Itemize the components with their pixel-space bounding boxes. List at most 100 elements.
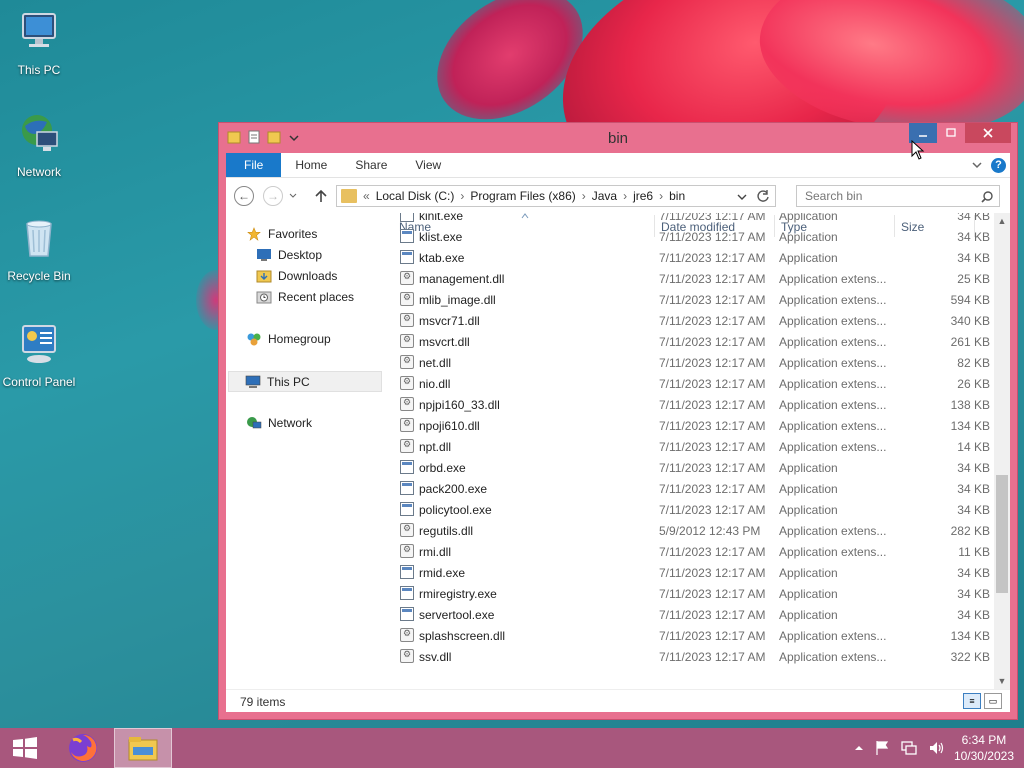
table-row[interactable]: rmid.exe 7/11/2023 12:17 AM Application 34 … xyxy=(398,562,992,583)
large-icons-view-icon[interactable]: ▭ xyxy=(984,693,1002,709)
table-row[interactable]: klist.exe 7/11/2023 12:17 AM Application 34… xyxy=(398,226,992,247)
file-date: 7/11/2023 12:17 AM xyxy=(659,356,766,370)
refresh-icon[interactable] xyxy=(756,189,770,203)
start-button[interactable] xyxy=(0,728,50,768)
nav-downloads[interactable]: Downloads xyxy=(256,269,337,283)
expand-ribbon-icon[interactable] xyxy=(971,159,983,171)
tab-file[interactable]: File xyxy=(226,153,282,177)
breadcrumb-program-files[interactable]: Program Files (x86) xyxy=(466,189,579,203)
network-icon xyxy=(247,417,262,429)
file-explorer-icon xyxy=(128,737,158,761)
table-row[interactable]: pack200.exe 7/11/2023 12:17 AM Application… xyxy=(398,478,992,499)
forward-button[interactable]: → xyxy=(263,186,283,206)
back-button[interactable]: ← xyxy=(234,186,254,206)
volume-icon[interactable] xyxy=(928,740,944,756)
table-row[interactable]: kinit.exe 7/11/2023 12:17 AM Application 34… xyxy=(398,213,992,226)
dll-file-icon xyxy=(400,376,414,390)
title-bar[interactable]: bin xyxy=(219,123,1017,153)
table-row[interactable]: msvcr71.dll 7/11/2023 12:17 AM Application… xyxy=(398,310,992,331)
dll-file-icon xyxy=(400,355,414,369)
explorer-window: bin File Home Share View ? ← → « Local D… xyxy=(218,122,1018,720)
table-row[interactable]: ktab.exe 7/11/2023 12:17 AM Application 34 … xyxy=(398,247,992,268)
table-row[interactable]: regutils.dll 5/9/2012 12:43 PM Application… xyxy=(398,520,992,541)
nav-network[interactable]: Network xyxy=(246,416,312,430)
table-row[interactable]: nio.dll 7/11/2023 12:17 AM Application ext… xyxy=(398,373,992,394)
table-row[interactable]: msvcrt.dll 7/11/2023 12:17 AM Application … xyxy=(398,331,992,352)
tab-view[interactable]: View xyxy=(401,153,455,177)
scroll-up-icon[interactable]: ▲ xyxy=(994,213,1010,229)
tab-share[interactable]: Share xyxy=(341,153,401,177)
file-name: npt.dll xyxy=(419,440,452,454)
search-icon[interactable] xyxy=(981,191,993,203)
breadcrumb-local-disk[interactable]: Local Disk (C:) xyxy=(372,189,459,203)
close-button[interactable] xyxy=(965,123,1011,143)
network-status-icon[interactable] xyxy=(900,740,918,756)
action-center-flag-icon[interactable] xyxy=(874,740,890,756)
file-date: 5/9/2012 12:43 PM xyxy=(659,524,761,538)
table-row[interactable]: net.dll 7/11/2023 12:17 AM Application ext… xyxy=(398,352,992,373)
table-row[interactable]: ssv.dll 7/11/2023 12:17 AM Application ext… xyxy=(398,646,992,667)
system-tray: 6:34 PM 10/30/2023 xyxy=(854,728,1014,768)
desktop-icon-recycle-bin[interactable]: Recycle Bin xyxy=(0,216,79,283)
control-panel-icon xyxy=(22,325,56,363)
breadcrumb-bin[interactable]: bin xyxy=(665,189,689,203)
table-row[interactable]: npjpi160_33.dll 7/11/2023 12:17 AM Applica… xyxy=(398,394,992,415)
nav-this-pc[interactable]: This PC xyxy=(228,371,382,392)
desktop-icon-control-panel[interactable]: Control Panel xyxy=(0,322,79,389)
table-row[interactable]: rmiregistry.exe 7/11/2023 12:17 AM Applica… xyxy=(398,583,992,604)
nav-desktop[interactable]: Desktop xyxy=(256,248,322,262)
file-size: 25 KB xyxy=(957,272,990,286)
dll-file-icon xyxy=(400,271,414,285)
table-row[interactable]: npt.dll 7/11/2023 12:17 AM Application ext… xyxy=(398,436,992,457)
search-input[interactable]: Search bin xyxy=(796,185,1000,207)
file-size: 82 KB xyxy=(957,356,990,370)
file-name: regutils.dll xyxy=(419,524,474,538)
chevron-down-icon[interactable] xyxy=(737,192,747,202)
breadcrumb-jre6[interactable]: jre6 xyxy=(629,189,657,203)
nav-recent-places[interactable]: Recent places xyxy=(256,290,354,304)
desktop-icon-network[interactable]: Network xyxy=(0,112,79,179)
scrollbar-thumb[interactable] xyxy=(996,475,1008,593)
table-row[interactable]: npoji610.dll 7/11/2023 12:17 AM Applicatio… xyxy=(398,415,992,436)
table-row[interactable]: servertool.exe 7/11/2023 12:17 AM Applicat… xyxy=(398,604,992,625)
table-row[interactable]: orbd.exe 7/11/2023 12:17 AM Application 34 … xyxy=(398,457,992,478)
help-icon[interactable]: ? xyxy=(991,157,1006,173)
file-size: 34 KB xyxy=(957,461,990,475)
desktop-icon xyxy=(257,249,271,261)
file-name: klist.exe xyxy=(419,230,463,244)
table-row[interactable]: rmi.dll 7/11/2023 12:17 AM Application ext… xyxy=(398,541,992,562)
file-type: Application extens... xyxy=(779,356,887,370)
table-row[interactable]: management.dll 7/11/2023 12:17 AM Applicat… xyxy=(398,268,992,289)
table-row[interactable]: splashscreen.dll 7/11/2023 12:17 AM Applic… xyxy=(398,625,992,646)
recent-locations-icon[interactable] xyxy=(289,192,297,200)
clock[interactable]: 6:34 PM 10/30/2023 xyxy=(954,732,1014,764)
maximize-button[interactable] xyxy=(937,123,965,143)
nav-homegroup[interactable]: Homegroup xyxy=(246,332,331,346)
file-type: Application xyxy=(779,251,838,265)
file-rows: kinit.exe 7/11/2023 12:17 AM Application 34… xyxy=(398,213,992,667)
up-arrow-icon[interactable] xyxy=(314,188,328,204)
details-view-icon[interactable]: ≡ xyxy=(963,693,981,709)
vertical-scrollbar[interactable]: ▲ ▼ xyxy=(994,213,1010,689)
table-row[interactable]: policytool.exe 7/11/2023 12:17 AM Applicat… xyxy=(398,499,992,520)
tab-home[interactable]: Home xyxy=(281,153,341,177)
file-name: net.dll xyxy=(419,356,452,370)
table-row[interactable]: mlib_image.dll 7/11/2023 12:17 AM Applicat… xyxy=(398,289,992,310)
taskbar-firefox[interactable] xyxy=(56,728,110,768)
file-name: rmi.dll xyxy=(419,545,451,559)
address-overflow[interactable]: « xyxy=(361,189,372,203)
show-hidden-icons-icon[interactable] xyxy=(854,744,864,752)
file-type: Application extens... xyxy=(779,545,887,559)
file-size: 138 KB xyxy=(950,398,990,412)
nav-favorites[interactable]: Favorites xyxy=(246,227,317,241)
desktop-icon-this-pc[interactable]: This PC xyxy=(0,10,79,77)
scroll-down-icon[interactable]: ▼ xyxy=(994,673,1010,689)
maximize-icon xyxy=(946,128,956,137)
application-icon xyxy=(400,607,414,621)
breadcrumb-java[interactable]: Java xyxy=(588,189,621,203)
taskbar-file-explorer[interactable] xyxy=(114,728,172,768)
address-bar[interactable]: « Local Disk (C:) › Program Files (x86) … xyxy=(336,185,776,207)
file-date: 7/11/2023 12:17 AM xyxy=(659,293,766,307)
file-type: Application xyxy=(779,503,838,517)
file-type: Application extens... xyxy=(779,650,887,664)
